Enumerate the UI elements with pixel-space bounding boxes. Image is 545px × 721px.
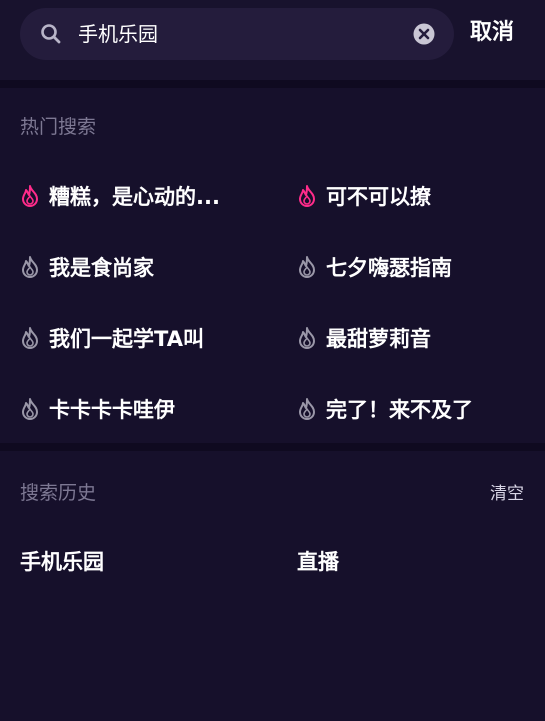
hot-search-label: 我是食尚家: [49, 256, 154, 280]
hot-search-label: 完了！来不及了: [326, 398, 473, 422]
search-icon: [41, 24, 61, 44]
hot-search-item[interactable]: 七夕嗨瑟指南: [297, 247, 452, 287]
clear-history-button[interactable]: 清空: [490, 479, 524, 504]
flame-icon: [299, 398, 315, 420]
hot-search-item[interactable]: 卡卡卡卡哇伊: [20, 389, 175, 429]
divider: [0, 443, 545, 451]
flame-icon: [22, 398, 38, 420]
hot-search-label: 七夕嗨瑟指南: [326, 256, 452, 280]
search-history-title: 搜索历史: [20, 482, 97, 504]
hot-search-item[interactable]: 我是食尚家: [20, 247, 154, 287]
search-input[interactable]: [78, 8, 398, 60]
hot-search-label: 糟糕，是心动的...: [49, 185, 220, 209]
hot-search-label: 卡卡卡卡哇伊: [49, 398, 175, 422]
hot-search-label: 可不可以撩: [326, 185, 431, 209]
hot-search-item[interactable]: 糟糕，是心动的...: [20, 176, 220, 216]
hot-search-label: 最甜萝莉音: [326, 327, 431, 351]
hot-search-item[interactable]: 我们一起学TA叫: [20, 318, 204, 358]
top-bar: 取消: [0, 0, 545, 80]
cancel-button[interactable]: 取消: [470, 12, 514, 54]
flame-icon: [299, 327, 315, 349]
divider: [0, 80, 545, 88]
hot-search-item[interactable]: 可不可以撩: [297, 176, 431, 216]
hot-search-item[interactable]: 最甜萝莉音: [297, 318, 431, 358]
flame-icon: [299, 185, 315, 207]
history-item[interactable]: 手机乐园: [20, 546, 104, 576]
history-item[interactable]: 直播: [297, 546, 339, 576]
hot-search-title: 热门搜索: [20, 116, 97, 138]
search-box[interactable]: [20, 8, 454, 60]
clear-icon[interactable]: [413, 23, 435, 45]
flame-icon: [299, 256, 315, 278]
hot-search-label: 我们一起学TA叫: [49, 327, 204, 351]
flame-icon: [22, 185, 38, 207]
flame-icon: [22, 256, 38, 278]
flame-icon: [22, 327, 38, 349]
hot-search-item[interactable]: 完了！来不及了: [297, 389, 473, 429]
